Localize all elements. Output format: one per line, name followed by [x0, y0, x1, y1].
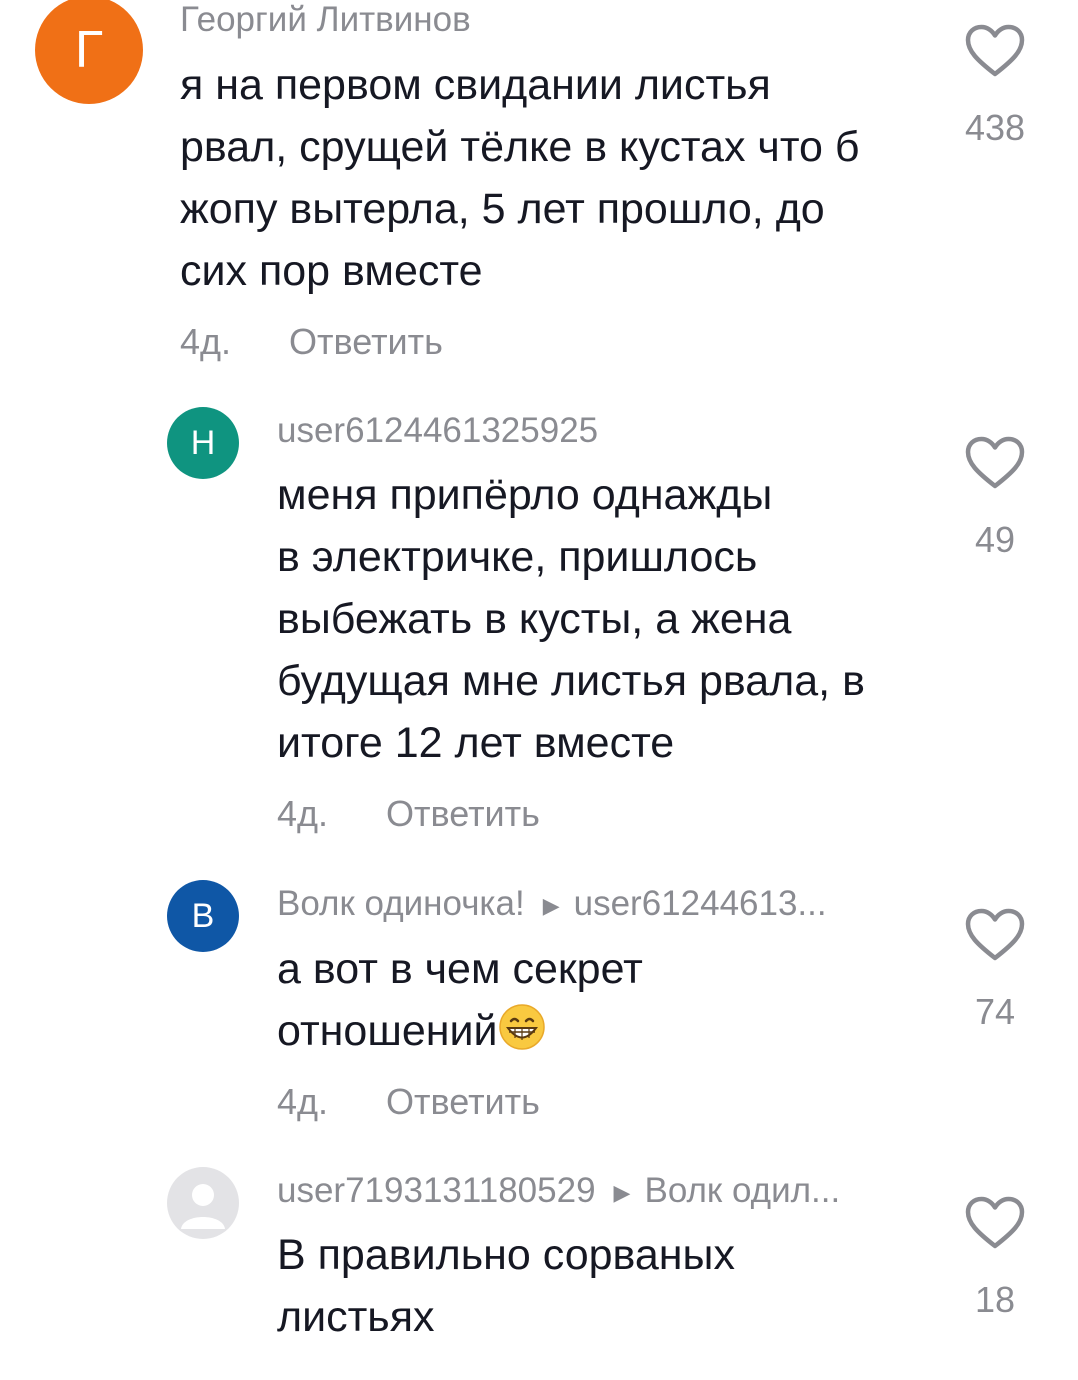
like-count: 18	[974, 1279, 1016, 1320]
heart-outline-icon	[965, 24, 1025, 77]
comment-username[interactable]: Волк одиночка! ▶ user61244613...	[277, 884, 827, 926]
avatar-letter: Г	[74, 21, 104, 79]
comment-age: 4д.	[277, 793, 329, 834]
play-arrow-icon: ▶	[613, 1179, 631, 1205]
comment-item: Г Георгий Литвинов я на первом свидании …	[0, 0, 1078, 380]
comment-item: В Волк одиночка! ▶ user61244613... а вот в…	[0, 870, 1078, 1140]
avatar-letter: Н	[190, 423, 216, 462]
like-button[interactable]: 18	[955, 1196, 1035, 1320]
default-user-avatar-icon	[181, 1184, 225, 1229]
comment-text: я на первом свидании листья рвал, срущей…	[180, 61, 860, 295]
comment-text: меня припёрло однажды в электричке, приш…	[277, 471, 865, 767]
like-count: 74	[974, 991, 1016, 1032]
heart-outline-icon	[965, 436, 1025, 489]
comment-username[interactable]: Георгий Литвинов	[180, 0, 471, 40]
comment-text: а вот в чем секрет отношений	[277, 945, 643, 1055]
comment-username[interactable]: user6124461325925	[277, 411, 598, 451]
reply-to-username[interactable]: user61244613...	[574, 884, 827, 923]
comment-meta: 4д. Ответить	[277, 794, 540, 834]
reply-button[interactable]: Ответить	[386, 1081, 540, 1122]
like-count: 49	[974, 519, 1016, 560]
grinning-face-emoji	[498, 1004, 545, 1050]
like-button[interactable]: 438	[955, 24, 1035, 148]
avatar[interactable]: В	[167, 880, 239, 952]
like-button[interactable]: 49	[955, 436, 1035, 560]
comment-username[interactable]: user7193131180529 ▶ Волк одил...	[277, 1171, 840, 1213]
like-count: 438	[964, 107, 1026, 148]
avatar[interactable]	[167, 1167, 239, 1239]
comment-meta: 4д. Ответить	[277, 1082, 540, 1122]
comment-age: 4д.	[277, 1081, 329, 1122]
avatar[interactable]: Г	[35, 0, 143, 104]
comment-meta: 4д. Ответить	[180, 322, 443, 362]
comment-item: Н user6124461325925 меня припёрло однажд…	[0, 400, 1078, 860]
like-button[interactable]: 74	[955, 908, 1035, 1032]
reply-button[interactable]: Ответить	[289, 321, 443, 362]
comment-item: user7193131180529 ▶ Волк одил... В правиль…	[0, 1160, 1078, 1380]
play-arrow-icon: ▶	[542, 892, 560, 918]
reply-button[interactable]: Ответить	[386, 793, 540, 834]
heart-outline-icon	[965, 1196, 1025, 1249]
reply-to-username[interactable]: Волк одил...	[644, 1171, 840, 1210]
heart-outline-icon	[965, 908, 1025, 961]
avatar-letter: В	[191, 896, 215, 935]
avatar[interactable]: Н	[167, 407, 239, 479]
comment-age: 4д.	[180, 321, 232, 362]
comment-text: В правильно сорваных листьях	[277, 1231, 735, 1341]
